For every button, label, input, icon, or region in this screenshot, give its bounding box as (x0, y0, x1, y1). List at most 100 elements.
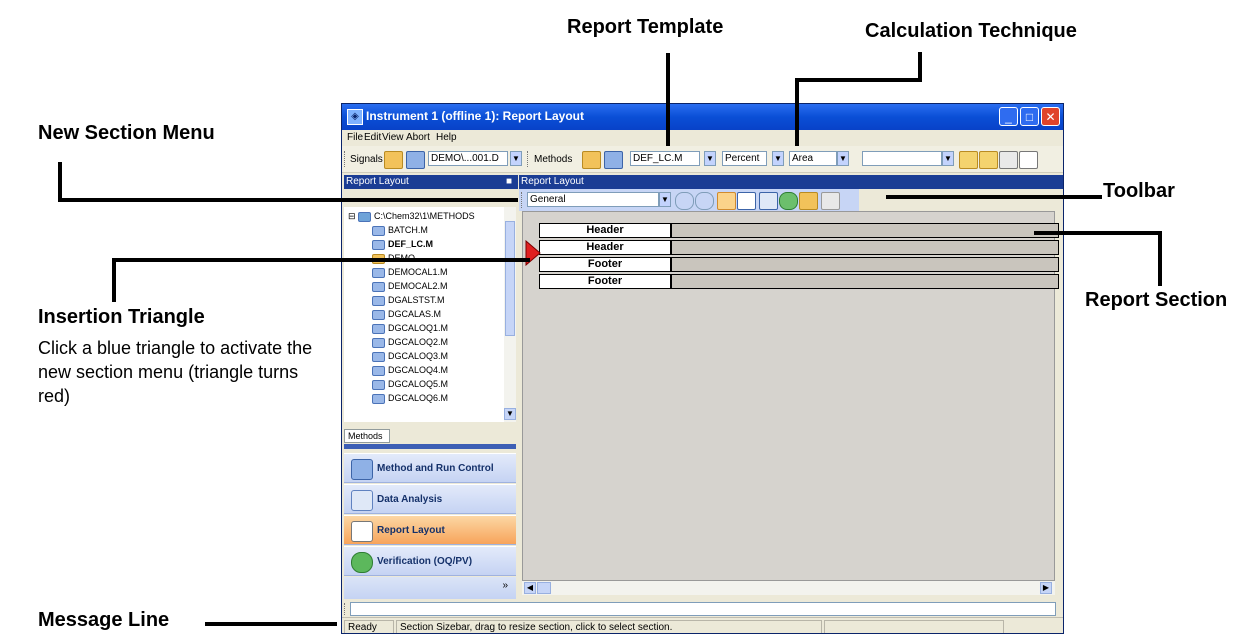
section-sizebar[interactable] (671, 274, 1059, 289)
scroll-down-icon[interactable]: ▼ (504, 408, 516, 420)
leader-line (58, 198, 518, 202)
template-dropdown-arrow[interactable]: ▼ (704, 151, 716, 166)
method-book-icon (372, 309, 385, 320)
print-icon[interactable] (999, 151, 1018, 169)
section-label[interactable]: Header (539, 240, 671, 255)
section-sizebar[interactable] (671, 223, 1059, 238)
leader-line (58, 162, 62, 202)
signal-dropdown-arrow[interactable]: ▼ (510, 151, 522, 166)
nav-overflow-icon[interactable]: » (502, 580, 508, 591)
menu-help[interactable]: Help (436, 132, 457, 143)
tree-item[interactable]: BATCH.M (372, 223, 428, 237)
nav-data-analysis[interactable]: Data Analysis (344, 484, 516, 514)
main-toolbar: Signals DEMO\...001.D ▼ Methods DEF_LC.M… (342, 146, 1063, 173)
tree-item[interactable]: DGCALOQ4.M (372, 363, 448, 377)
canvas-horizontal-scrollbar[interactable]: ◀ ▶ (522, 581, 1055, 595)
calculation-select[interactable]: Percent (722, 151, 767, 166)
message-input[interactable] (350, 602, 1056, 616)
copy-icon[interactable] (959, 151, 978, 169)
leader-line (112, 258, 116, 302)
insertion-triangle-icon[interactable] (525, 240, 541, 266)
section-type-dropdown-arrow[interactable]: ▼ (659, 192, 671, 207)
menu-file[interactable]: File (347, 132, 363, 143)
leader-line (886, 195, 1102, 199)
report-canvas[interactable]: Header Header Footer Footer (522, 211, 1059, 581)
print-preview-icon[interactable] (1019, 151, 1038, 169)
method-book-icon (372, 239, 385, 250)
tree-item[interactable]: DGCALOQ6.M (372, 391, 448, 405)
tree-item[interactable]: DEMOCAL1.M (372, 265, 448, 279)
report-section[interactable]: Header (539, 223, 1059, 238)
save-method-icon[interactable] (604, 151, 623, 169)
signal-file-select[interactable]: DEMO\...001.D (428, 151, 508, 166)
insertion-triangle-description: Click a blue triangle to activate the ne… (38, 338, 313, 406)
report-template-select[interactable]: DEF_LC.M (630, 151, 700, 166)
close-button[interactable]: ✕ (1041, 107, 1060, 126)
section-sizebar[interactable] (671, 240, 1059, 255)
tree-root[interactable]: ⊟ C:\Chem32\1\METHODS (348, 209, 475, 223)
load-method-icon[interactable] (582, 151, 601, 169)
tree-item[interactable]: DGALSTST.M (372, 293, 445, 307)
section-sizebar[interactable] (671, 257, 1059, 272)
tree-item[interactable]: DGCALOQ5.M (372, 377, 448, 391)
chromatogram-icon[interactable] (737, 192, 756, 210)
report-toolbar-grip[interactable] (521, 192, 525, 208)
report-section[interactable]: Footer (539, 274, 1059, 289)
zoom-in-icon[interactable] (675, 192, 694, 210)
section-label[interactable]: Footer (539, 274, 671, 289)
zoom-out-icon[interactable] (695, 192, 714, 210)
methods-tab[interactable]: Methods (344, 429, 390, 443)
blank-select[interactable] (862, 151, 942, 166)
minimize-button[interactable]: _ (999, 107, 1018, 126)
nav-verification[interactable]: Verification (OQ/PV) (344, 546, 516, 576)
tree-item[interactable]: DGCALAS.M (372, 307, 441, 321)
section-label[interactable]: Header (539, 223, 671, 238)
section-label[interactable]: Footer (539, 257, 671, 272)
method-book-icon (372, 365, 385, 376)
tree-item[interactable]: DEF_LC.M (372, 237, 433, 251)
tree-vertical-scrollbar[interactable]: ▼ (504, 207, 516, 422)
tree-item[interactable]: DGCALOQ3.M (372, 349, 448, 363)
scroll-right-icon[interactable]: ▶ (1040, 582, 1052, 594)
blank-dropdown-arrow[interactable]: ▼ (942, 151, 954, 166)
pin-icon[interactable]: ■ (506, 175, 512, 189)
tree-item[interactable]: DGCALOQ1.M (372, 321, 448, 335)
calculation-dropdown-arrow[interactable]: ▼ (772, 151, 784, 166)
scroll-left-icon[interactable]: ◀ (524, 582, 536, 594)
section-type-select[interactable]: General (527, 192, 659, 207)
menu-abort[interactable]: Abort (406, 132, 430, 143)
method-book-icon (372, 281, 385, 292)
menu-edit[interactable]: Edit (364, 132, 381, 143)
paste-icon[interactable] (979, 151, 998, 169)
tree-item[interactable]: DGCALOQ2.M (372, 335, 448, 349)
report-section[interactable]: Header (539, 240, 1059, 255)
message-grip[interactable] (344, 603, 348, 615)
toolbar-grip-2[interactable] (527, 151, 531, 167)
toolbar-grip[interactable] (344, 151, 348, 167)
title-bar[interactable]: ◈ Instrument 1 (offline 1): Report Layou… (342, 104, 1063, 130)
save-signal-icon[interactable] (406, 151, 425, 169)
tree-scroll-thumb[interactable] (505, 221, 515, 336)
undo-icon[interactable] (821, 192, 840, 210)
canvas-scroll-thumb[interactable] (537, 582, 551, 594)
status-bar: Ready Section Sizebar, drag to resize se… (342, 617, 1063, 633)
select-pointer-icon[interactable] (717, 192, 736, 210)
maximize-button[interactable]: □ (1020, 107, 1039, 126)
report-toolbar: General ▼ (519, 189, 859, 211)
tree-item[interactable]: DEMOCAL2.M (372, 279, 448, 293)
nav-report-layout[interactable]: Report Layout (344, 515, 516, 545)
menu-view[interactable]: View (382, 132, 404, 143)
method-book-icon (372, 267, 385, 278)
based-on-dropdown-arrow[interactable]: ▼ (837, 151, 849, 166)
nav-method-run-control[interactable]: Method and Run Control (344, 453, 516, 483)
splitter[interactable] (344, 444, 516, 449)
report-section[interactable]: Footer (539, 257, 1059, 272)
report-section-callout: Report Section (1085, 289, 1228, 311)
leader-line (795, 78, 799, 146)
based-on-select[interactable]: Area (789, 151, 837, 166)
load-signal-icon[interactable] (384, 151, 403, 169)
method-book-icon (372, 323, 385, 334)
field-icon[interactable] (799, 192, 818, 210)
table-icon[interactable] (759, 192, 778, 210)
graphics-icon[interactable] (779, 192, 798, 210)
